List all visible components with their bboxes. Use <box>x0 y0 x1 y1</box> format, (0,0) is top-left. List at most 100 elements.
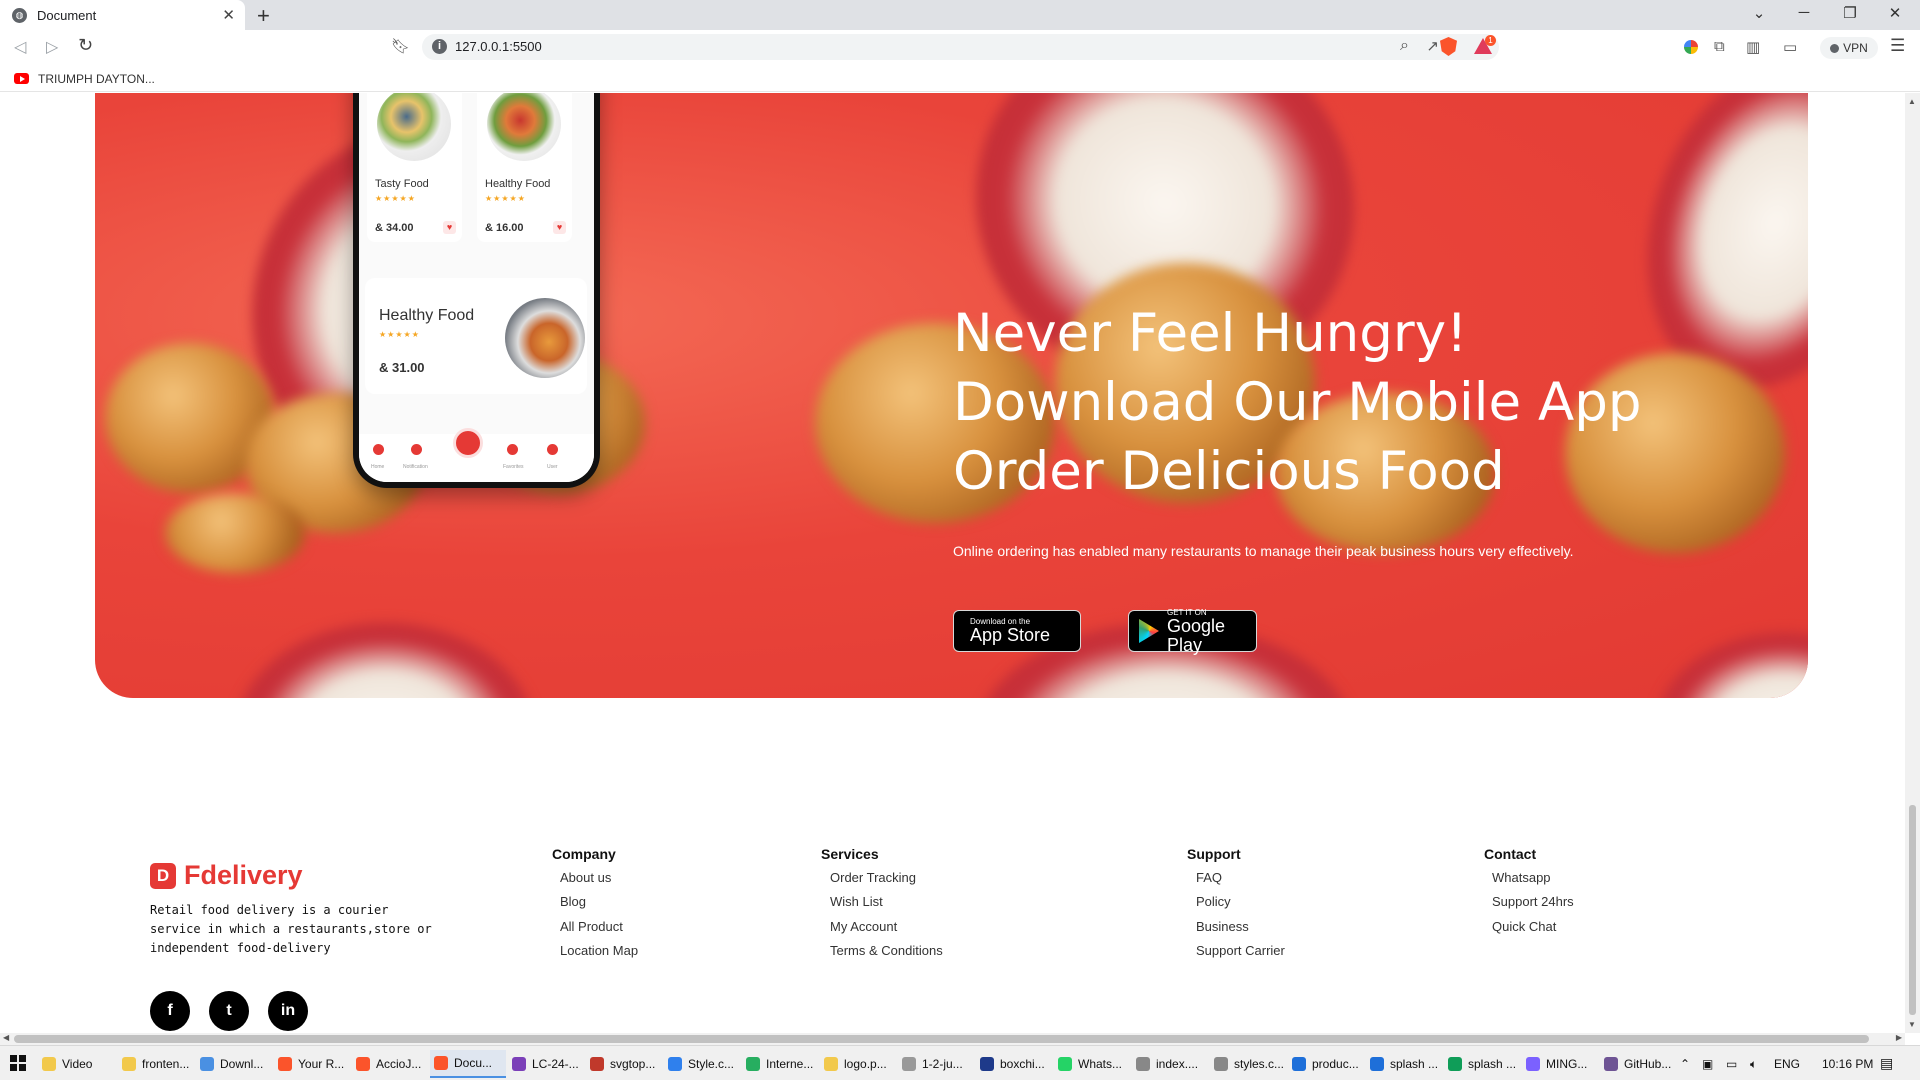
footer-link[interactable]: Support 24hrs <box>1492 894 1574 909</box>
back-icon[interactable]: ◁ <box>14 37 26 57</box>
footer-link[interactable]: Blog <box>560 894 586 909</box>
share-icon[interactable]: ↗ <box>1426 37 1439 55</box>
taskbar-app[interactable]: Your R... <box>274 1050 350 1078</box>
new-tab-icon[interactable]: + <box>257 3 270 29</box>
footer-link[interactable]: Policy <box>1196 894 1231 909</box>
taskbar-app-label: AccioJ... <box>376 1057 422 1071</box>
taskbar-app[interactable]: boxchi... <box>976 1050 1052 1078</box>
taskbar-app[interactable]: splash ... <box>1366 1050 1442 1078</box>
footer-link[interactable]: Wish List <box>830 894 883 909</box>
footer-link[interactable]: Support Carrier <box>1196 943 1285 958</box>
scroll-left-icon[interactable]: ◀ <box>3 1033 9 1042</box>
google-play-button[interactable]: GET IT ON Google Play <box>1128 608 1257 654</box>
footer-link[interactable]: Quick Chat <box>1492 919 1556 934</box>
bell-icon[interactable] <box>411 444 422 455</box>
address-bar[interactable]: i 127.0.0.1:5500 ⌕ ↗ <box>422 34 1499 60</box>
taskbar-app[interactable]: Downl... <box>196 1050 272 1078</box>
app-icon <box>356 1057 370 1071</box>
zoom-icon[interactable]: ⌕ <box>1400 37 1409 55</box>
close-window-icon[interactable]: ✕ <box>1880 4 1910 22</box>
taskbar-app[interactable]: svgtop... <box>586 1050 662 1078</box>
facebook-icon[interactable]: f <box>150 991 190 1031</box>
food-card[interactable]: Healthy Food ★★★★★ & 16.00 ♥ <box>477 93 572 242</box>
footer-link[interactable]: My Account <box>830 919 897 934</box>
phone-mockup: Tasty Food ★★★★★ & 34.00 ♥ Healthy Food … <box>353 93 600 488</box>
taskbar-app[interactable]: fronten... <box>118 1050 194 1078</box>
linkedin-icon[interactable]: in <box>268 991 308 1031</box>
heart-icon[interactable]: ♥ <box>553 221 566 234</box>
bookmark-item[interactable]: TRIUMPH DAYTON... <box>38 72 155 86</box>
nav-label: Home <box>371 464 385 470</box>
color-extension-icon[interactable] <box>1684 40 1698 54</box>
app-icon <box>434 1056 448 1070</box>
tab-document[interactable]: ◍ Document ✕ <box>0 0 245 30</box>
scroll-up-icon[interactable]: ▲ <box>1908 97 1916 106</box>
taskbar-app[interactable]: Whats... <box>1054 1050 1130 1078</box>
horizontal-scrollbar[interactable]: ◀ ▶ <box>0 1033 1905 1045</box>
windows-start-icon[interactable] <box>10 1055 26 1071</box>
clock[interactable]: 10:16 PM <box>1822 1057 1873 1071</box>
battery-icon[interactable]: ▭ <box>1726 1057 1737 1071</box>
user-icon[interactable] <box>547 444 558 455</box>
footer-link[interactable]: Business <box>1196 919 1249 934</box>
taskbar-app[interactable]: index.... <box>1132 1050 1208 1078</box>
featured-food-card[interactable]: Healthy Food ★★★★★ & 31.00 <box>365 278 587 394</box>
taskbar-app[interactable]: AccioJ... <box>352 1050 428 1078</box>
footer-link[interactable]: Whatsapp <box>1492 870 1551 885</box>
footer-link[interactable]: All Product <box>560 919 623 934</box>
language-indicator[interactable]: ENG <box>1774 1057 1800 1071</box>
app-icon <box>590 1057 604 1071</box>
forward-icon[interactable]: ▷ <box>46 37 58 57</box>
taskbar-app[interactable]: Interne... <box>742 1050 818 1078</box>
taskbar-app[interactable]: 1-2-ju... <box>898 1050 974 1078</box>
menu-icon[interactable]: ☰ <box>1890 36 1905 56</box>
footer-logo[interactable]: D Fdelivery <box>150 860 303 891</box>
scroll-down-icon[interactable]: ▼ <box>1908 1020 1916 1029</box>
tab-search-icon[interactable]: ⌄ <box>1744 4 1774 22</box>
footer-link[interactable]: Location Map <box>560 943 638 958</box>
taskbar-app[interactable]: produc... <box>1288 1050 1364 1078</box>
tab-strip: ◍ Document ✕ + ⌄ ─ ❐ ✕ <box>0 0 1920 30</box>
scroll-thumb[interactable] <box>14 1035 1869 1043</box>
tray-app-icon[interactable]: ▣ <box>1702 1057 1713 1071</box>
footer-link[interactable]: About us <box>560 870 611 885</box>
heart-icon[interactable]: ♥ <box>443 221 456 234</box>
info-icon[interactable]: i <box>432 39 447 54</box>
taskbar-app-label: Docu... <box>454 1056 493 1070</box>
minimize-icon[interactable]: ─ <box>1789 4 1819 21</box>
taskbar-app[interactable]: MING... <box>1522 1050 1598 1078</box>
vpn-button[interactable]: VPN <box>1820 37 1878 59</box>
taskbar-app[interactable]: logo.p... <box>820 1050 896 1078</box>
taskbar-app[interactable]: splash ... <box>1444 1050 1520 1078</box>
extensions-icon[interactable]: ⧉ <box>1714 38 1725 55</box>
sidebar-icon[interactable]: ▥ <box>1746 38 1760 56</box>
taskbar-app[interactable]: Docu... <box>430 1050 506 1078</box>
footer-link[interactable]: FAQ <box>1196 870 1222 885</box>
footer-link[interactable]: Terms & Conditions <box>830 943 943 958</box>
food-card[interactable]: Tasty Food ★★★★★ & 34.00 ♥ <box>367 93 462 242</box>
taskbar-app[interactable]: LC-24-... <box>508 1050 584 1078</box>
taskbar-app[interactable]: styles.c... <box>1210 1050 1286 1078</box>
scroll-thumb[interactable] <box>1909 805 1916 1015</box>
home-icon[interactable] <box>373 444 384 455</box>
twitter-icon[interactable]: t <box>209 991 249 1031</box>
tray-chevron-icon[interactable]: ⌃ <box>1680 1057 1690 1071</box>
taskbar-app[interactable]: GitHub... <box>1600 1050 1676 1078</box>
google-play-icon <box>1139 619 1159 643</box>
footer-link[interactable]: Order Tracking <box>830 870 916 885</box>
url-text[interactable]: 127.0.0.1:5500 <box>455 39 542 54</box>
taskbar-app[interactable]: Video <box>38 1050 114 1078</box>
scroll-right-icon[interactable]: ▶ <box>1896 1033 1902 1042</box>
volume-icon[interactable]: 🔈︎ <box>1750 1057 1757 1072</box>
bookmark-icon[interactable]: 🔖︎ <box>391 37 410 55</box>
cart-icon[interactable] <box>453 428 483 458</box>
heart-icon[interactable] <box>507 444 518 455</box>
close-tab-icon[interactable]: ✕ <box>222 6 235 24</box>
wallet-icon[interactable]: ▭ <box>1783 38 1797 56</box>
app-store-button[interactable]: Download on the App Store <box>953 610 1081 652</box>
restore-icon[interactable]: ❐ <box>1835 4 1865 22</box>
reload-icon[interactable]: ↻ <box>78 35 93 56</box>
vertical-scrollbar[interactable]: ▲ ▼ <box>1905 93 1920 1033</box>
taskbar-app[interactable]: Style.c... <box>664 1050 740 1078</box>
notification-icon[interactable]: ▤ <box>1880 1055 1893 1072</box>
